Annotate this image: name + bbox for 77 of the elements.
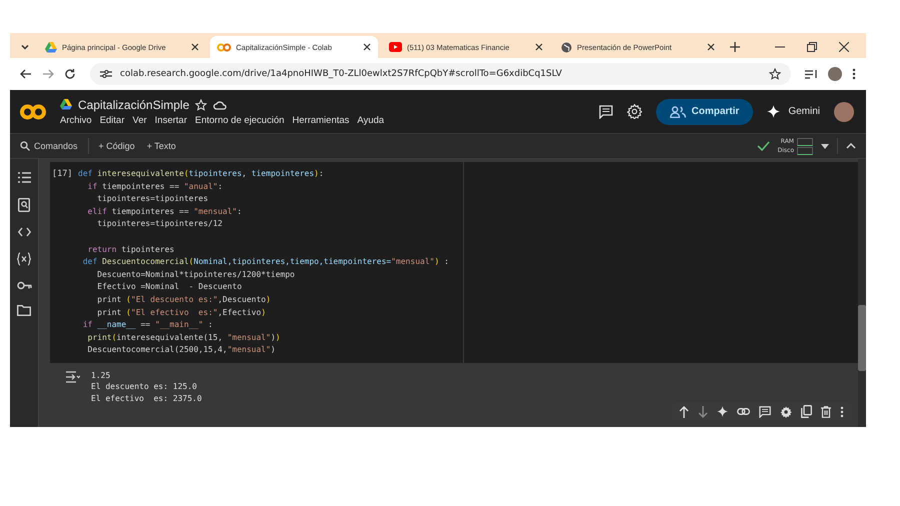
code-line: return tipointeres xyxy=(86,244,176,256)
execution-count: [17] xyxy=(52,168,74,181)
back-icon[interactable] xyxy=(20,68,32,80)
colab-logo-icon xyxy=(217,42,231,52)
triangle-icon xyxy=(45,42,57,52)
menu-item[interactable]: Ver xyxy=(132,114,147,126)
reload-icon[interactable] xyxy=(64,68,76,80)
avatar[interactable] xyxy=(828,67,842,81)
code-line: tipointeres=tipointeres xyxy=(96,193,210,206)
collapse-icon[interactable] xyxy=(846,143,856,149)
output-line: El descuento es: 125.0 xyxy=(91,381,198,393)
playlist-icon[interactable] xyxy=(805,68,818,80)
document-search-icon[interactable] xyxy=(18,198,30,212)
output-line: El efectivo es: 2375.0 xyxy=(91,392,202,404)
code-line: Descuento=Nominal*tipointeres/1200*tiempo xyxy=(96,268,296,281)
menu-item[interactable]: Insertar xyxy=(154,114,187,126)
menu-item[interactable]: Entorno de ejecución xyxy=(195,114,284,126)
variables-icon[interactable] xyxy=(17,252,31,266)
address-bar[interactable]: colab.research.google.com/drive/1a4pnoHIWB_T0-ZLl0ewlxt2S7RfCpQbY#scrollTo=G6xdibCq1SLV xyxy=(90,63,791,85)
menu-item[interactable]: Herramientas xyxy=(292,114,350,126)
code-line: print ("El descuento es:",Descuento) xyxy=(96,294,272,306)
code-line: def Descuentocomercial(Nominal,tipointeres,tiempo,tiempointeres="mensual") : xyxy=(82,256,449,268)
list-icon[interactable] xyxy=(18,172,30,183)
gemini-button[interactable]: Gemini xyxy=(767,105,820,118)
code-line: tipointeres=tipointeres/12 xyxy=(96,218,224,230)
notebook-title[interactable]: CapitalizaciónSimple xyxy=(78,98,190,112)
code-line: if tiempointeres == "anual": xyxy=(86,180,224,193)
trash-icon[interactable] xyxy=(821,406,831,418)
settings-icon[interactable] xyxy=(780,406,792,418)
code-line: print ("El efectivo es:",Efectivo) xyxy=(96,306,267,319)
code-line: print(interesequivalente(15, "mensual")) xyxy=(86,332,282,344)
output-icon[interactable] xyxy=(66,370,80,383)
site-settings-icon[interactable] xyxy=(100,69,112,79)
code-icon[interactable] xyxy=(18,227,30,237)
play-icon xyxy=(389,42,402,52)
scrollbar-thumb[interactable] xyxy=(858,305,866,371)
close-icon[interactable] xyxy=(707,43,715,51)
search-icon xyxy=(20,141,30,151)
more-icon[interactable] xyxy=(840,406,844,418)
star-icon[interactable] xyxy=(769,68,781,80)
arrow-up-icon[interactable] xyxy=(679,406,689,418)
folder-icon[interactable] xyxy=(17,305,31,316)
globe-icon xyxy=(561,42,572,52)
forward-icon[interactable] xyxy=(42,68,54,80)
settings-icon[interactable] xyxy=(626,104,642,119)
sparkle-icon[interactable] xyxy=(717,406,728,417)
more-icon[interactable] xyxy=(852,68,856,80)
code-cell[interactable] xyxy=(50,162,858,363)
share-button[interactable]: Compartir xyxy=(656,98,754,124)
avatar[interactable] xyxy=(834,102,854,122)
add-code-button[interactable]: + Código xyxy=(96,141,137,151)
colab-logo-icon[interactable] xyxy=(20,104,46,120)
key-icon[interactable] xyxy=(16,281,32,290)
output-line: 1.25 xyxy=(91,370,112,382)
menu-item[interactable]: Ayuda xyxy=(357,114,384,126)
code-line: Efectivo =Nominal - Descuento xyxy=(96,281,243,294)
comment-icon[interactable] xyxy=(598,104,613,118)
comment-icon[interactable] xyxy=(759,406,771,418)
code-line: def interesequivalente(tipointeres, tiempointeres): xyxy=(78,168,325,180)
code-line: elif tiempointeres == "mensual": xyxy=(86,206,243,218)
copy-icon[interactable] xyxy=(801,405,812,418)
menu-item[interactable]: Archivo xyxy=(60,114,92,126)
arrow-down-icon[interactable] xyxy=(698,406,708,418)
code-line: if __name__ == "__main__" : xyxy=(82,319,214,332)
commands-button[interactable]: Comandos xyxy=(18,141,80,151)
close-icon[interactable] xyxy=(191,43,199,51)
sparkle-icon xyxy=(767,105,780,118)
link-icon[interactable] xyxy=(737,408,750,415)
triangle-icon xyxy=(60,99,72,110)
cloud-icon[interactable] xyxy=(213,100,228,110)
close-icon[interactable] xyxy=(535,43,543,51)
people-icon xyxy=(670,106,686,118)
close-icon[interactable] xyxy=(363,43,371,51)
code-line: Descuentocomercial(2500,15,4,"mensual") xyxy=(86,344,276,356)
menu-item[interactable]: Editar xyxy=(100,114,125,126)
dropdown-icon[interactable] xyxy=(821,144,829,148)
add-text-button[interactable]: + Texto xyxy=(144,141,178,151)
